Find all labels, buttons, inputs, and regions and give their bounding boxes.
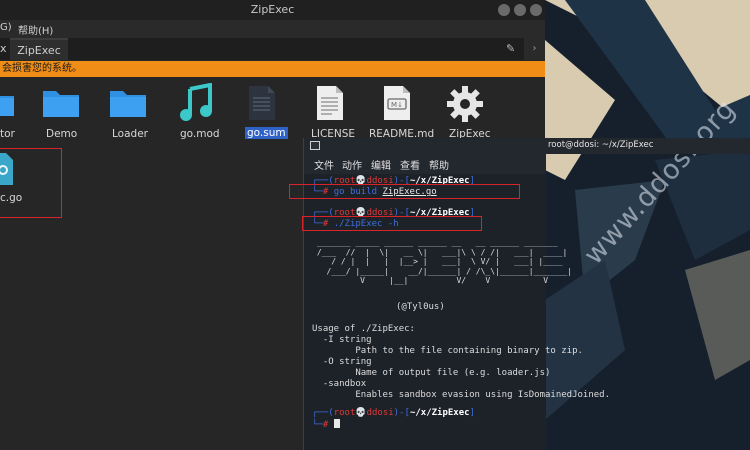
folder-icon[interactable] xyxy=(109,87,147,119)
usage-line: Name of output file (e.g. loader.js) xyxy=(312,368,551,378)
terminal-menubar: 文件 动作 编辑 查看 帮助 xyxy=(304,154,546,174)
tab-zipexec[interactable]: ZipExec xyxy=(10,38,68,60)
close-button[interactable] xyxy=(530,4,542,16)
desktop-wallpaper xyxy=(545,0,750,450)
maximize-button[interactable] xyxy=(514,4,526,16)
minimize-button[interactable] xyxy=(498,4,510,16)
wallpaper-graphic xyxy=(545,0,750,450)
gear-icon[interactable] xyxy=(446,85,484,123)
usage-line: -sandbox xyxy=(312,379,367,389)
usage-line: Enables sandbox evasion using IsDomained… xyxy=(312,390,611,400)
tab-scroll-right-icon[interactable]: › xyxy=(524,38,545,60)
prompt-line: ┌──(root💀ddosi)-[~/x/ZipExec] xyxy=(312,408,475,418)
text-file-icon[interactable] xyxy=(248,85,276,121)
usage-line: -O string xyxy=(312,357,372,367)
ascii-banner: _______ _____ ______ ______ __ __ ______… xyxy=(316,238,573,285)
music-file-icon[interactable] xyxy=(176,82,216,123)
folder-icon[interactable] xyxy=(0,87,16,119)
terminal-title: root@ddosi: ~/x/ZipExec xyxy=(548,140,654,150)
menu-action[interactable]: 动作 xyxy=(342,157,362,172)
file-manager-title: ZipExec xyxy=(250,3,295,16)
terminal-icon xyxy=(310,141,320,150)
menu-go[interactable]: G) xyxy=(0,22,12,33)
desktop: www.ddosi.org ZipExec G) 帮助(H) x ZipExec… xyxy=(0,0,750,450)
highlight-box xyxy=(0,148,62,218)
prompt-symbol: # xyxy=(322,420,329,430)
document-icon[interactable] xyxy=(316,85,344,121)
prompt-path: ~/x/ZipExec xyxy=(409,408,470,418)
usage-line: -I string xyxy=(312,335,372,345)
file-manager-menubar: G) 帮助(H) xyxy=(0,20,545,38)
command-line: └─# xyxy=(312,419,340,430)
markdown-icon[interactable]: M↓ xyxy=(383,85,411,121)
svg-text:M↓: M↓ xyxy=(391,101,403,109)
edit-icon[interactable]: ✎ xyxy=(506,42,515,55)
menu-file[interactable]: 文件 xyxy=(314,157,334,172)
prompt-user: root💀ddosi xyxy=(333,408,394,418)
file-label: Loader xyxy=(112,128,148,140)
warning-banner: 会损害您的系统。 xyxy=(0,61,545,77)
menu-edit[interactable]: 编辑 xyxy=(371,157,391,172)
menu-view[interactable]: 查看 xyxy=(400,157,420,172)
terminal-titlebar[interactable]: root@ddosi: ~/x/ZipExec xyxy=(304,138,750,154)
terminal-cursor xyxy=(333,419,340,428)
usage-line: Path to the file containing binary to zi… xyxy=(312,346,583,356)
menu-help[interactable]: 帮助(H) xyxy=(18,22,53,37)
highlight-box xyxy=(302,216,482,231)
highlight-box xyxy=(289,184,520,199)
file-label: Demo xyxy=(46,128,78,140)
file-manager-titlebar[interactable]: ZipExec xyxy=(0,0,545,20)
file-label: tor xyxy=(0,128,15,140)
usage-line: Usage of ./ZipExec: xyxy=(312,324,415,334)
file-label: go.mod xyxy=(180,128,220,140)
file-label-selected: go.sum xyxy=(245,127,288,139)
menu-help[interactable]: 帮助 xyxy=(429,157,449,172)
tab-inactive[interactable]: x xyxy=(0,38,8,60)
author-credit: (@Tyl0us) xyxy=(396,302,445,312)
folder-icon[interactable] xyxy=(42,87,80,119)
tab-bar: x ZipExec ✎ › xyxy=(0,38,545,60)
